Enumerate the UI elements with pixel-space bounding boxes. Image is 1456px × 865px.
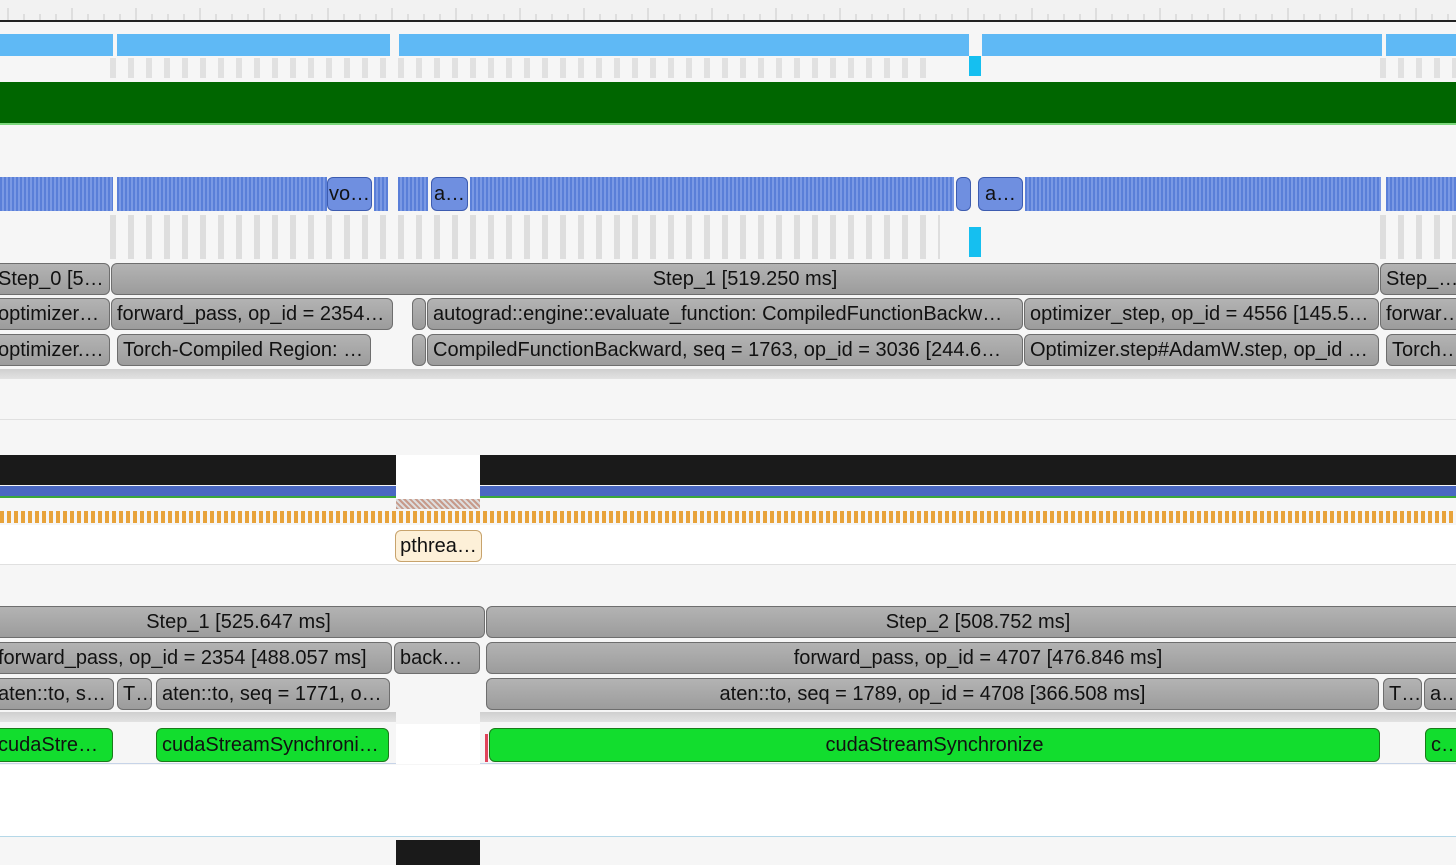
cpu-sub-optimizer-step-adamw[interactable]: Optimizer.step#AdamW.step, op_id …: [1024, 334, 1379, 366]
cpu-sub-optimizer[interactable]: optimizer.s…: [0, 334, 110, 366]
cpu-sample-ticks: [0, 511, 1456, 523]
thread-sub-aten-to-1771[interactable]: aten::to, seq = 1771, o…: [156, 678, 390, 710]
thread-sub-aten-to-1789[interactable]: aten::to, seq = 1789, op_id = 4708 [366.…: [486, 678, 1379, 710]
thread-op-backward[interactable]: backw…: [394, 642, 480, 674]
sky-bar[interactable]: [982, 34, 1382, 56]
thread-depth-strip: [480, 712, 1456, 722]
stripe-block[interactable]: [1025, 177, 1381, 211]
gpu-activity-track: [0, 22, 1456, 80]
thread-state-gap: [396, 455, 480, 499]
stripe-block[interactable]: [117, 177, 327, 211]
thread-step-1[interactable]: Step_1 [525.647 ms]: [0, 606, 485, 638]
kernel-slice-vo[interactable]: vo…: [327, 177, 372, 211]
thread-sleep-hatch: [396, 499, 480, 509]
stripe-block[interactable]: [1386, 177, 1456, 211]
kernel-ticks: [1380, 215, 1456, 259]
kernel-ticks: [110, 58, 930, 78]
stripe-block[interactable]: [0, 177, 113, 211]
thread-depth-strip: [0, 712, 396, 722]
stripe-block[interactable]: [470, 177, 954, 211]
cpu-op-forward-pass[interactable]: forward_pass, op_id = 2354 …: [111, 298, 393, 330]
thread-state-black-bar[interactable]: [0, 455, 396, 485]
cyan-marker[interactable]: [969, 56, 981, 76]
cpu-sub-compiled-backward[interactable]: CompiledFunctionBackward, seq = 1763, op…: [427, 334, 1023, 366]
kernel-slice-blank[interactable]: [956, 177, 971, 211]
cpu-op-autograd[interactable]: autograd::engine::evaluate_function: Com…: [427, 298, 1023, 330]
cpu-op-small[interactable]: [412, 298, 426, 330]
thread-op-forward-pass-next[interactable]: forward_pass, op_id = 4707 [476.846 ms]: [486, 642, 1456, 674]
cpu-step-1[interactable]: Step_1 [519.250 ms]: [111, 263, 1379, 295]
cuda-stream-sync-2[interactable]: cudaStreamSynchronize: [489, 728, 1380, 762]
cpu-sub-torch-compiled[interactable]: Torch-Compiled Region: …: [117, 334, 371, 366]
thread-state-black-bar[interactable]: [480, 455, 1456, 485]
bottom-black-block[interactable]: [396, 840, 480, 865]
thread-sub-aten-to[interactable]: aten::to, se…: [0, 678, 114, 710]
sky-bar[interactable]: [0, 34, 113, 56]
cyan-marker[interactable]: [969, 227, 981, 257]
cuda-gap: [396, 724, 480, 764]
cpu-sub-small[interactable]: [412, 334, 426, 366]
kernel-ticks: [110, 215, 940, 259]
timeline-ruler[interactable]: [0, 0, 1456, 22]
empty-track: [0, 765, 1456, 837]
dark-green-track[interactable]: [0, 82, 1456, 125]
thread-area-bg: [0, 525, 1456, 565]
thread-state-blue[interactable]: [480, 486, 1456, 498]
sky-bar[interactable]: [117, 34, 390, 56]
cuda-stream-sync-3[interactable]: cu…: [1425, 728, 1456, 762]
cpu-step-0[interactable]: Step_0 [51…: [0, 263, 110, 295]
thread-step-2[interactable]: Step_2 [508.752 ms]: [486, 606, 1456, 638]
kernel-slice-a[interactable]: a…: [978, 177, 1023, 211]
stripe-block[interactable]: [374, 177, 388, 211]
sky-bar[interactable]: [399, 34, 969, 56]
sky-bar[interactable]: [1386, 34, 1456, 56]
stripe-block[interactable]: [398, 177, 428, 211]
cuda-stream-sync-1[interactable]: cudaStreamSynchroni…: [156, 728, 389, 762]
cpu-op-optimizer-step[interactable]: optimizer_step, op_id = 4556 [145.5…: [1024, 298, 1379, 330]
cpu-sub-torch-next[interactable]: Torch-C…: [1386, 334, 1456, 366]
thread-state-blue[interactable]: [0, 486, 396, 498]
cpu-op-optimizer[interactable]: optimizer_…: [0, 298, 110, 330]
thread-sub-t-next[interactable]: T…: [1383, 678, 1422, 710]
timeline-ruler-icon: [0, 8, 1456, 22]
cuda-marker: [485, 734, 488, 762]
thread-sub-aten-next[interactable]: ate…: [1424, 678, 1456, 710]
kernel-slice-a[interactable]: a…: [431, 177, 468, 211]
thread-sub-t[interactable]: T…: [117, 678, 152, 710]
cpu-depth-strip: [0, 369, 1456, 379]
kernel-ticks: [1380, 58, 1456, 78]
cpu-kernel-track: vo… a… a…: [0, 175, 1456, 263]
bottom-track: [0, 838, 1456, 865]
pthread-slice[interactable]: pthrea…: [395, 530, 482, 562]
thread-op-forward-pass[interactable]: forward_pass, op_id = 2354 [488.057 ms]: [0, 642, 392, 674]
cpu-step-2[interactable]: Step_2 [5…: [1380, 263, 1456, 295]
empty-track: [0, 127, 1456, 173]
cpu-op-forward-next[interactable]: forward_…: [1380, 298, 1456, 330]
separator: [0, 419, 1456, 420]
cuda-stream-sync-0[interactable]: cudaStrea…: [0, 728, 113, 762]
